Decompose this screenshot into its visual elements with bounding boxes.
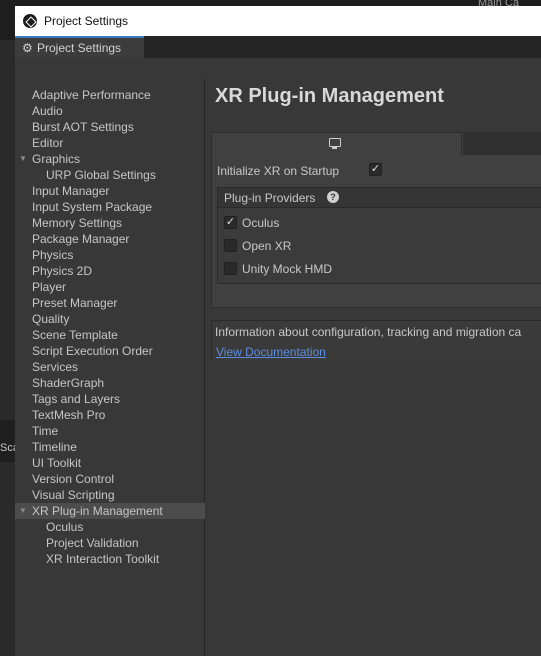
expand-arrow-icon[interactable]: ▼ <box>19 151 27 167</box>
sidebar-item-label: Burst AOT Settings <box>32 120 134 134</box>
gear-icon: ⚙ <box>22 40 33 55</box>
sidebar-item[interactable]: ▼ Graphics <box>15 151 205 167</box>
background-band <box>0 420 15 462</box>
tab-standalone-platform[interactable] <box>212 133 462 155</box>
provider-checkbox[interactable] <box>224 262 237 275</box>
sidebar-item-label: Preset Manager <box>32 296 118 310</box>
editor-background-left: Sca <box>0 40 19 656</box>
sidebar-item[interactable]: UI Toolkit <box>15 455 205 471</box>
xr-settings-panel: Initialize XR on Startup ✓ Plug-in Provi… <box>211 132 541 308</box>
sidebar-item-label: Memory Settings <box>32 216 123 230</box>
sidebar-item-label: Package Manager <box>32 232 130 246</box>
expand-arrow-icon[interactable]: ▼ <box>19 503 27 519</box>
sidebar-item[interactable]: Editor <box>15 135 205 151</box>
page-title: XR Plug-in Management <box>215 85 444 107</box>
settings-sidebar: Adaptive Performance Audio Burst AOT Setti… <box>15 79 205 656</box>
sidebar-item[interactable]: Package Manager <box>15 231 205 247</box>
sidebar-item[interactable]: Script Execution Order <box>15 343 205 359</box>
sidebar-item-label: Player <box>32 280 67 294</box>
sidebar-item[interactable]: Scene Template <box>15 327 205 343</box>
sidebar-item[interactable]: Input Manager <box>15 183 205 199</box>
sidebar-item[interactable]: Project Validation <box>15 535 205 551</box>
sidebar-item[interactable]: Burst AOT Settings <box>15 119 205 135</box>
sidebar-item-label: TextMesh Pro <box>32 408 106 422</box>
sidebar-item[interactable]: ShaderGraph <box>15 375 205 391</box>
title-bar[interactable]: Project Settings <box>15 6 541 36</box>
provider-label: Unity Mock HMD <box>242 262 333 276</box>
sidebar-item-label: URP Global Settings <box>46 168 156 182</box>
initialize-xr-checkbox[interactable]: ✓ <box>369 163 382 176</box>
main-content: XR Plug-in Management Initialize XR on S… <box>206 58 541 656</box>
monitor-icon <box>329 138 341 149</box>
sidebar-item[interactable]: Input System Package <box>15 199 205 215</box>
sidebar-item[interactable]: Timeline <box>15 439 205 455</box>
sidebar-item[interactable]: ▼ XR Plug-in Management <box>15 503 205 519</box>
sidebar-item[interactable]: Audio <box>15 103 205 119</box>
sidebar-item-label: Graphics <box>32 152 81 166</box>
view-documentation-link[interactable]: View Documentation <box>216 345 326 359</box>
sidebar-item-label: Oculus <box>46 520 84 534</box>
sidebar-item-label: ShaderGraph <box>32 376 105 390</box>
sidebar-item-label: Adaptive Performance <box>32 88 151 102</box>
sidebar-item[interactable]: Physics 2D <box>15 263 205 279</box>
sidebar-item[interactable]: TextMesh Pro <box>15 407 205 423</box>
help-icon[interactable]: ? <box>327 191 339 203</box>
provider-label: Open XR <box>242 239 292 253</box>
sidebar-item-label: Physics <box>32 248 74 262</box>
info-text: Information about configuration, trackin… <box>215 325 522 339</box>
sidebar-item-label: Input Manager <box>32 184 110 198</box>
sidebar-item[interactable]: Preset Manager <box>15 295 205 311</box>
sidebar-item[interactable]: URP Global Settings <box>15 167 205 183</box>
unity-logo-icon <box>23 14 37 28</box>
sidebar-item[interactable]: Time <box>15 423 205 439</box>
initialize-xr-label: Initialize XR on Startup <box>217 164 340 178</box>
sidebar-item-label: XR Plug-in Management <box>32 504 163 518</box>
sidebar-item[interactable]: Oculus <box>15 519 205 535</box>
plugin-providers-box: Plug-in Providers ? ✓ Oculus Open XR Uni… <box>217 187 541 284</box>
sidebar-item-label: Time <box>32 424 59 438</box>
sidebar-item-label: Version Control <box>32 472 115 486</box>
sidebar-item[interactable]: Quality <box>15 311 205 327</box>
sidebar-item-label: Scene Template <box>32 328 118 342</box>
sidebar-item-label: Services <box>32 360 79 374</box>
provider-checkbox[interactable]: ✓ <box>224 216 237 229</box>
sidebar-item-label: Audio <box>32 104 63 118</box>
sidebar-item-label: Script Execution Order <box>32 344 153 358</box>
sidebar-item[interactable]: Visual Scripting <box>15 487 205 503</box>
sidebar-item-label: Quality <box>32 312 70 326</box>
sidebar-item-label: UI Toolkit <box>32 456 82 470</box>
plugin-providers-header: Plug-in Providers ? <box>218 188 541 208</box>
tab-label: Project Settings <box>37 41 122 55</box>
sidebar-item[interactable]: Physics <box>15 247 205 263</box>
sidebar-item[interactable]: Version Control <box>15 471 205 487</box>
sidebar-item-label: Project Validation <box>46 536 139 550</box>
tab-project-settings[interactable]: ⚙ Project Settings <box>15 36 144 58</box>
window-title: Project Settings <box>44 14 129 28</box>
sidebar-item[interactable]: XR Interaction Toolkit <box>15 551 205 567</box>
tab-other-platform[interactable] <box>463 133 541 155</box>
sidebar-item[interactable]: Services <box>15 359 205 375</box>
provider-checkbox[interactable] <box>224 239 237 252</box>
sidebar-item[interactable]: Tags and Layers <box>15 391 205 407</box>
sidebar-item-label: Input System Package <box>32 200 153 214</box>
sidebar-item-label: Timeline <box>32 440 77 454</box>
sidebar-item[interactable]: Adaptive Performance <box>15 87 205 103</box>
provider-label: Oculus <box>242 216 280 230</box>
info-box: Information about configuration, trackin… <box>211 320 541 360</box>
sidebar-item-label: XR Interaction Toolkit <box>46 552 160 566</box>
plugin-providers-title: Plug-in Providers <box>224 191 316 205</box>
tab-strip: ⚙ Project Settings <box>15 36 541 58</box>
sidebar-item-label: Physics 2D <box>32 264 93 278</box>
sidebar-item[interactable]: Player <box>15 279 205 295</box>
sidebar-item-label: Tags and Layers <box>32 392 121 406</box>
sidebar-item[interactable]: Memory Settings <box>15 215 205 231</box>
project-settings-window: Project Settings ⚙ Project Settings Adap… <box>15 6 541 656</box>
sidebar-item-label: Visual Scripting <box>32 488 115 502</box>
sidebar-item-label: Editor <box>32 136 64 150</box>
